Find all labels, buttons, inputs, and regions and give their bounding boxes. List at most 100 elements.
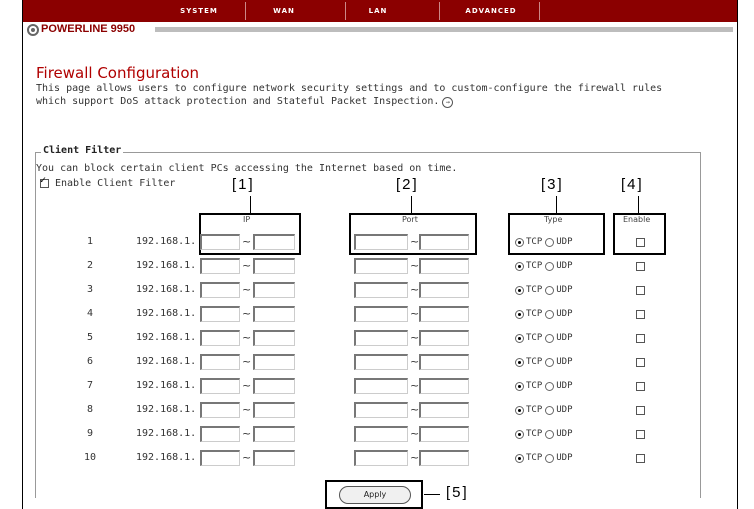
port-start-input[interactable] [354, 234, 408, 250]
ip-start-input[interactable] [200, 450, 240, 466]
row-enable-checkbox[interactable] [636, 382, 645, 391]
protocol-radio-tcp[interactable] [515, 405, 524, 415]
protocol-radio-tcp[interactable] [515, 309, 524, 319]
protocol-type-group: TCP UDP [515, 357, 576, 368]
port-end-input[interactable] [419, 234, 469, 250]
range-separator: ~ [242, 307, 252, 320]
port-end-input[interactable] [419, 330, 469, 346]
ip-start-input[interactable] [200, 258, 240, 274]
enable-client-filter-checkbox[interactable] [40, 175, 49, 188]
ip-end-input[interactable] [253, 354, 295, 370]
protocol-radio-tcp[interactable] [515, 285, 524, 295]
row-enable-checkbox[interactable] [636, 358, 645, 367]
nav-item-system[interactable]: SYSTEM [169, 0, 229, 22]
protocol-radio-tcp[interactable] [515, 261, 524, 271]
port-end-input[interactable] [419, 306, 469, 322]
protocol-radio-udp[interactable] [545, 261, 555, 271]
port-start-input[interactable] [354, 330, 408, 346]
ip-start-input[interactable] [200, 354, 240, 370]
port-end-input[interactable] [419, 402, 469, 418]
protocol-type-group: TCP UDP [515, 381, 576, 392]
port-start-input[interactable] [354, 306, 408, 322]
callout-3: [3] [541, 176, 564, 193]
row-enable-checkbox[interactable] [636, 286, 645, 295]
client-filter-description: You can block certain client PCs accessi… [36, 163, 458, 174]
protocol-radio-udp[interactable] [545, 429, 555, 439]
row-enable-checkbox[interactable] [636, 406, 645, 415]
port-start-input[interactable] [354, 402, 408, 418]
ip-end-input[interactable] [253, 426, 295, 442]
protocol-radio-tcp[interactable] [515, 429, 524, 439]
top-nav-bar: SYSTEM WAN LAN ADVANCED [23, 0, 737, 22]
protocol-type-group: TCP UDP [515, 429, 576, 440]
ip-start-input[interactable] [200, 282, 240, 298]
protocol-radio-udp[interactable] [545, 453, 555, 463]
nav-item-advanced[interactable]: ADVANCED [451, 0, 531, 22]
row-enable-checkbox[interactable] [636, 262, 645, 271]
ip-end-input[interactable] [253, 258, 295, 274]
protocol-radio-tcp[interactable] [515, 453, 524, 463]
row-enable-checkbox[interactable] [636, 310, 645, 319]
protocol-radio-udp[interactable] [545, 333, 555, 343]
protocol-radio-tcp[interactable] [515, 333, 524, 343]
page-title: Firewall Configuration [36, 64, 200, 82]
port-end-input[interactable] [419, 354, 469, 370]
protocol-type-group: TCP UDP [515, 237, 576, 248]
ip-end-input[interactable] [253, 306, 295, 322]
port-end-input[interactable] [419, 450, 469, 466]
port-start-input[interactable] [354, 378, 408, 394]
ip-end-input[interactable] [253, 450, 295, 466]
protocol-type-group: TCP UDP [515, 285, 576, 296]
callout-5-line [424, 494, 440, 495]
nav-item-wan[interactable]: WAN [259, 0, 309, 22]
ip-start-input[interactable] [200, 426, 240, 442]
protocol-label-tcp: TCP [526, 357, 543, 367]
brand-bar: POWERLINE 9950 [23, 22, 737, 38]
row-number: 4 [86, 308, 94, 319]
client-filter-legend: Client Filter [41, 145, 124, 156]
protocol-radio-tcp[interactable] [515, 381, 524, 391]
ip-start-input[interactable] [200, 378, 240, 394]
protocol-radio-tcp[interactable] [515, 237, 524, 247]
port-start-input[interactable] [354, 426, 408, 442]
ip-end-input[interactable] [253, 402, 295, 418]
ip-end-input[interactable] [253, 378, 295, 394]
protocol-label-udp: UDP [556, 261, 573, 271]
port-start-input[interactable] [354, 450, 408, 466]
protocol-radio-udp[interactable] [545, 285, 555, 295]
range-separator: ~ [242, 331, 252, 344]
protocol-radio-udp[interactable] [545, 357, 555, 367]
ip-start-input[interactable] [200, 306, 240, 322]
ip-start-input[interactable] [200, 234, 240, 250]
row-enable-checkbox[interactable] [636, 334, 645, 343]
port-end-input[interactable] [419, 378, 469, 394]
apply-button[interactable]: Apply [339, 486, 411, 504]
ip-end-input[interactable] [253, 234, 295, 250]
port-end-input[interactable] [419, 426, 469, 442]
protocol-label-udp: UDP [556, 285, 573, 295]
port-end-input[interactable] [419, 282, 469, 298]
range-separator: ~ [242, 451, 252, 464]
ip-end-input[interactable] [253, 330, 295, 346]
port-start-input[interactable] [354, 282, 408, 298]
type-column-header: Type [544, 215, 563, 224]
protocol-radio-udp[interactable] [545, 405, 555, 415]
range-separator: ~ [410, 451, 420, 464]
protocol-radio-udp[interactable] [545, 237, 555, 247]
row-enable-checkbox[interactable] [636, 238, 645, 247]
row-enable-checkbox[interactable] [636, 430, 645, 439]
ip-start-input[interactable] [200, 402, 240, 418]
port-start-input[interactable] [354, 258, 408, 274]
more-info-icon[interactable]: → [442, 97, 454, 108]
row-enable-checkbox[interactable] [636, 454, 645, 463]
protocol-radio-udp[interactable] [545, 381, 555, 391]
ip-prefix: 192.168.1. [136, 332, 197, 343]
protocol-radio-udp[interactable] [545, 309, 555, 319]
protocol-radio-tcp[interactable] [515, 357, 524, 367]
port-start-input[interactable] [354, 354, 408, 370]
ip-end-input[interactable] [253, 282, 295, 298]
port-end-input[interactable] [419, 258, 469, 274]
range-separator: ~ [410, 307, 420, 320]
ip-start-input[interactable] [200, 330, 240, 346]
nav-item-lan[interactable]: LAN [353, 0, 403, 22]
